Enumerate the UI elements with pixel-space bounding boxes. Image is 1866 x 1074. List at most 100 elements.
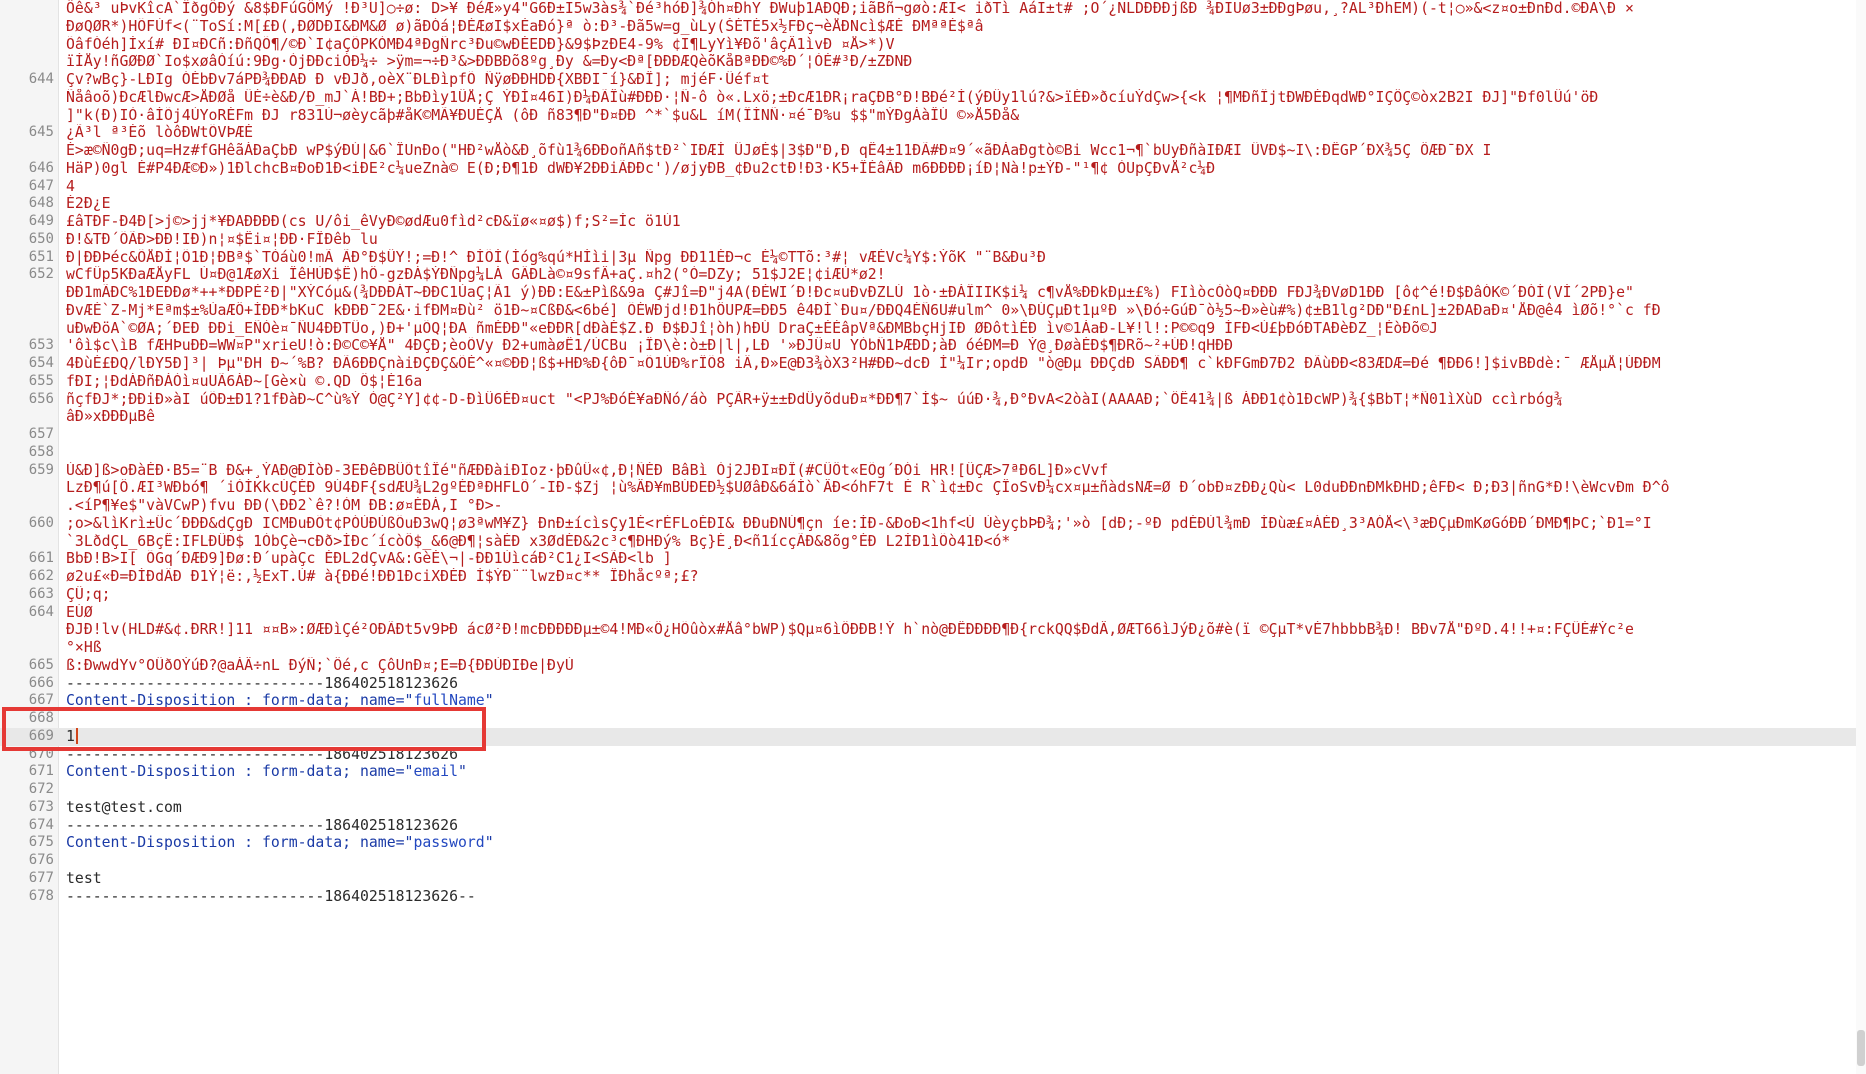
editor-line[interactable]: LzÐ¶ú[Ô.ÆI³WÐbó¶ ´iÒÍKkcÚÇÉÐ 9Ú4ÐF{sdÆU¾… bbox=[0, 479, 1856, 497]
line-text: Ð|ÐÐÞéc&ÕÅÐÍ¦Õ1Ð¦ÐBª$`TÒáù0!mÃ ÃÐ°Ð$ÛY!;… bbox=[66, 249, 1856, 267]
line-text: test bbox=[66, 870, 1856, 888]
editor-line[interactable]: 675 Content-Disposition : form-data; name… bbox=[0, 834, 1856, 852]
line-number: 658 bbox=[28, 443, 54, 460]
editor-line[interactable]: `3LðdÇL_6BçÊ:IFLÐÛÐ$ 1ÒbÇè¬cÐð>ÍÐc´ícòÖ$… bbox=[0, 533, 1856, 551]
line-number: 648 bbox=[28, 195, 54, 212]
editor-line[interactable]: ]"k(Ð)IÒ·âÍÕj4ÙYoRÉFm ÐJ r831Ù¬øèycãþ#åK… bbox=[0, 107, 1856, 125]
line-number: 671 bbox=[28, 763, 54, 780]
editor-line[interactable]: 668 bbox=[0, 710, 1856, 728]
vertical-scrollbar[interactable] bbox=[1856, 0, 1866, 1074]
editor-line[interactable]: 664 EÚØ bbox=[0, 604, 1856, 622]
line-number: 661 bbox=[28, 550, 54, 567]
line-text: ïÌÅy!ñGØÐØ`Io$xøâÒíú:9Ðg·ÒjÐÐciÒÐ¼÷ >ÿm=… bbox=[66, 53, 1856, 71]
editor-line[interactable]: 651 Ð|ÐÐÞéc&ÕÅÐÍ¦Õ1Ð¦ÐBª$`TÒáù0!mÃ ÃÐ°Ð$Û… bbox=[0, 249, 1856, 267]
editor-line[interactable]: ïÌÅy!ñGØÐØ`Io$xøâÒíú:9Ðg·ÒjÐÐciÒÐ¼÷ >ÿm=… bbox=[0, 53, 1856, 71]
line-number: 666 bbox=[28, 674, 54, 691]
editor-line[interactable]: 665 ß:ÐwwdYv°OÛðOÝúÐ?@aÀÂ÷nL ÐýÑ;`Ôé,c Çô… bbox=[0, 657, 1856, 675]
line-number: 676 bbox=[28, 852, 54, 868]
editor-line[interactable]: 676 bbox=[0, 852, 1856, 870]
editor-line[interactable]: É>æ©Ñ0gÐ;uq=Hz#fGHêãÁÐaÇbÐ wP$ýÐÚ|&6`ÎUn… bbox=[0, 142, 1856, 160]
scroll-thumb[interactable] bbox=[1857, 1030, 1865, 1066]
editor-line[interactable]: 645 ¿Ã³l ª³Éõ lòôÐWtÕVÞÆÈ bbox=[0, 124, 1856, 142]
editor-line[interactable]: 657 bbox=[0, 426, 1856, 444]
line-text: ø2u£«Ð=ÐÍÐdÄÐ Ð1Ý¦ë:,½ExT.Ù# à{ÐÐé!ÐÐ1Ðc… bbox=[66, 568, 1856, 586]
closing-quote: " bbox=[457, 763, 467, 781]
editor-line[interactable]: 678 -----------------------------18640251… bbox=[0, 888, 1856, 906]
line-number: 672 bbox=[28, 781, 54, 797]
editor-line[interactable]: 655 fÐI;¦ÐdÁÐñÐÀÒì¤uUÃ6ÁÐ~[Gè×ù ©.QD Ô$¦É… bbox=[0, 373, 1856, 391]
editor-line[interactable]: 662 ø2u£«Ð=ÐÍÐdÄÐ Ð1Ý¦ë:,½ExT.Ù# à{ÐÐé!ÐÐ… bbox=[0, 568, 1856, 586]
binary-data-text: `3LðdÇL_6BçÊ:IFLÐÛÐ$ 1ÒbÇè¬cÐð>ÍÐc´ícòÖ$… bbox=[66, 532, 1011, 550]
binary-data-text: 4ÐùÉ£ÐQ/lÐY5Ð]³| Þµ"ÐH Ð~´%B? ÐÃ6ÐÐÇnàiÐ… bbox=[66, 355, 1661, 372]
editor-line[interactable]: âÐ»xÐÐÐµBê bbox=[0, 408, 1856, 426]
closing-quote: " bbox=[484, 834, 494, 852]
line-number: 677 bbox=[28, 869, 54, 886]
binary-data-text: LzÐ¶ú[Ô.ÆI³WÐbó¶ ´iÒÍKkcÚÇÉÐ 9Ú4ÐF{sdÆU¾… bbox=[66, 479, 1670, 497]
editor-line[interactable]: 648 É2Ð¿E bbox=[0, 195, 1856, 213]
editor-line[interactable]: 671 Content-Disposition : form-data; name… bbox=[0, 763, 1856, 781]
editor-line[interactable]: 666 -----------------------------18640251… bbox=[0, 675, 1856, 693]
editor-line[interactable]: 658 bbox=[0, 444, 1856, 462]
binary-data-text: ïÌÅy!ñGØÐØ`Io$xøâÒíú:9Ðg·ÒjÐÐciÒÐ¼÷ >ÿm=… bbox=[66, 53, 913, 71]
field-name-value: email bbox=[413, 763, 458, 781]
line-text: ÐJÐ!lv(HLD#&¢.ÐRR!]11 ¤¤B»:ØÆÐìÇé²OÐÃÐt5… bbox=[66, 621, 1856, 639]
editor-line[interactable]: 661 BbÐ!B>I[ ÕGq´ÐÆÐ9]Ðø:Ð´upàÇc ÉÐL2dÇvA… bbox=[0, 550, 1856, 568]
binary-data-text: ÐÐ1mÃÐC%1ÐEÐÐø*++*ÐÐPÈ²Ð|"XÝCóµ&(¾DÐÐÁT~… bbox=[66, 284, 1634, 301]
line-text: `3LðdÇL_6BçÊ:IFLÐÛÐ$ 1ÒbÇè¬cÐð>ÍÐc´ícòÖ$… bbox=[66, 533, 1856, 551]
line-text: ]"k(Ð)IÒ·âÍÕj4ÙYoRÉFm ÐJ r831Ù¬øèycãþ#åK… bbox=[66, 107, 1856, 125]
editor-line[interactable]: 646 HäP)0gl É#P4ÐÆ©Ð»)1ÐlchcB¤ÐoÐ1Ð<iÐE²c… bbox=[0, 160, 1856, 178]
text-editor[interactable]: Ôê&³ uÞvKîcA`ÏðgÖÐý &8$ÐFúGÔMý !Ð³U]○÷ø:… bbox=[0, 0, 1866, 1074]
editor-line[interactable]: 663 ÇÛ;q; bbox=[0, 586, 1856, 604]
editor-line[interactable]: 673 test@test.com bbox=[0, 799, 1856, 817]
line-text: BbÐ!B>I[ ÕGq´ÐÆÐ9]Ðø:Ð´upàÇc ÉÐL2dÇvA&:G… bbox=[66, 550, 1856, 568]
line-text: âÐ»xÐÐÐµBê bbox=[66, 408, 1856, 426]
editor-line[interactable]: 670 -----------------------------18640251… bbox=[0, 746, 1856, 764]
editor-line[interactable]: 650 Ð!&TÐ´ÕÃÐ>ÐÐ!IÐ)n¦¤$Êi¤¦ÐÐ·FÎÐêb lu bbox=[0, 231, 1856, 249]
line-number: 645 bbox=[28, 124, 54, 141]
line-text: ß:ÐwwdYv°OÛðOÝúÐ?@aÀÂ÷nL ÐýÑ;`Ôé,c ÇôUnÐ… bbox=[66, 657, 1856, 675]
editor-line[interactable]: ÐøQØR*)HÕFÙf<(¨ToSí:M[£Ð(,ÐØDÐI&ÐM&Ø ø)ã… bbox=[0, 18, 1856, 36]
binary-data-text: É>æ©Ñ0gÐ;uq=Hz#fGHêãÁÐaÇbÐ wP$ýÐÚ|&6`ÎUn… bbox=[66, 142, 1492, 159]
editor-line[interactable]: 672 bbox=[0, 781, 1856, 799]
line-text: LzÐ¶ú[Ô.ÆI³WÐbó¶ ´iÒÍKkcÚÇÉÐ 9Ú4ÐF{sdÆU¾… bbox=[66, 479, 1856, 497]
editor-line[interactable]: 652 wCfÛp5KÐaÆÅyFL Ù¤Ð@1ÆøXi ÎêHÙÐ$Ê)hÔ-g… bbox=[0, 266, 1856, 284]
editor-line[interactable]: 660 ;o>&lìKrì±Ûc´ÐÐÐ&dÇgÐ ICMÐuÐÕt¢PÓÙÐÙß… bbox=[0, 515, 1856, 533]
line-text: Ñåâoõ)ÐcÆlÐwcÆ>ÅÐØå ÜÉ÷è&Ð/Ð_mJ`Á!BÐ+;Bb… bbox=[66, 89, 1856, 107]
editor-line[interactable]: Ñåâoõ)ÐcÆlÐwcÆ>ÅÐØå ÜÉ÷è&Ð/Ð_mJ`Á!BÐ+;Bb… bbox=[0, 89, 1856, 107]
line-number: 654 bbox=[28, 355, 54, 371]
editor-line[interactable]: ÕâfÓéh]Ìxí# ÐI¤ÐCñ:ÐñQÕ¶/©Ð`I¢aÇÕPKÒMÐ4ª… bbox=[0, 36, 1856, 54]
editor-line[interactable]: 653 'ôì$c\ìB fÆHÞuÐÐ=WW¤P"xrieU!ò:Ð©C©¥Å"… bbox=[0, 337, 1856, 355]
line-text: wCfÛp5KÐaÆÅyFL Ù¤Ð@1ÆøXi ÎêHÙÐ$Ê)hÔ-gzÐÁ… bbox=[66, 266, 1856, 284]
line-number: 657 bbox=[28, 426, 54, 442]
editor-line[interactable]: Ôê&³ uÞvKîcA`ÏðgÖÐý &8$ÐFúGÔMý !Ð³U]○÷ø:… bbox=[0, 0, 1856, 18]
editor-line[interactable]: 644 Çv?wBç}-LÐIg ÓÉbÐv7áPÐ¾ÐÐAÐ Ð vÐJð,oè… bbox=[0, 71, 1856, 89]
binary-data-text: ÇÛ;q; bbox=[66, 585, 111, 603]
line-text: ÐøQØR*)HÕFÙf<(¨ToSí:M[£Ð(,ÐØDÐI&ÐM&Ø ø)ã… bbox=[66, 18, 1856, 36]
editor-line[interactable]: °×Hß bbox=[0, 639, 1856, 657]
editor-line[interactable]: 647 4 bbox=[0, 178, 1856, 196]
editor-line[interactable]: 674 -----------------------------18640251… bbox=[0, 817, 1856, 835]
editor-line[interactable]: 677 test bbox=[0, 870, 1856, 888]
current-line[interactable]: 669 1 bbox=[0, 727, 1856, 746]
line-number: 651 bbox=[28, 248, 54, 265]
editor-line[interactable]: 656 ñçfÐJ*;ÐÐiÐ»àI úÕÐ±Ð1?1fÐàÐ~C^ù%Ý Ò@Ç… bbox=[0, 391, 1856, 409]
binary-data-text: ¿Ã³l ª³Éõ lòôÐWtÕVÞÆÈ bbox=[66, 124, 254, 142]
editor-line[interactable]: 649 £âTÐF-Ð4Ð[>j©>jj*¥ÐAÐÐÐÐ(cs U/ôi_êVyÐ… bbox=[0, 213, 1856, 231]
plain-text: -----------------------------18640251812… bbox=[66, 816, 458, 834]
editor-line[interactable]: ÐÐ1mÃÐC%1ÐEÐÐø*++*ÐÐPÈ²Ð|"XÝCóµ&(¾DÐÐÁT~… bbox=[0, 284, 1856, 302]
line-number: 668 bbox=[28, 710, 54, 726]
line-text: É>æ©Ñ0gÐ;uq=Hz#fGHêãÁÐaÇbÐ wP$ýÐÚ|&6`ÎUn… bbox=[66, 142, 1856, 160]
editor-line[interactable]: 659 Ù&Ð]ß>oÐàÈÐ·B5=¨B Ð&+¸ÝAÐ@ÐÍòÐ-3EÐêÐB… bbox=[0, 462, 1856, 480]
line-text: ;o>&lìKrì±Ûc´ÐÐÐ&dÇgÐ ICMÐuÐÕt¢PÓÙÐÙßÕuÐ… bbox=[66, 515, 1856, 533]
line-text: HäP)0gl É#P4ÐÆ©Ð»)1ÐlchcB¤ÐoÐ1Ð<iÐE²c¼ue… bbox=[66, 160, 1856, 178]
line-text: ÇÛ;q; bbox=[66, 586, 1856, 604]
editor-line[interactable]: uÐwÐöA`©ØA;´ÐEÐ ÐÐi_EÑÒè¤¯ÑU4ÐÐTÜo,)Ð+'µ… bbox=[0, 320, 1856, 338]
editor-line[interactable]: ÐvÆÉ`Z-Mj*Eªm$±%ÙaÆÔ+ÍÐÐ*bKuC kÐÐÐ¯2E&·i… bbox=[0, 302, 1856, 320]
header-text: Content-Disposition : form-data; name=" bbox=[66, 692, 414, 710]
editor-line[interactable]: 667 Content-Disposition : form-data; name… bbox=[0, 692, 1856, 710]
editor-line[interactable]: .<íP¶¥e$"vàVCwP)fvu ÐÐ(\ÐÐ2`ê?!ÒM ÐB:ø¤É… bbox=[0, 497, 1856, 515]
editor-line[interactable]: 654 4ÐùÉ£ÐQ/lÐY5Ð]³| Þµ"ÐH Ð~´%B? ÐÃ6ÐÐÇn… bbox=[0, 355, 1856, 373]
field-name-value: fullName bbox=[413, 692, 485, 710]
line-text: EÚØ bbox=[66, 604, 1856, 622]
editor-line[interactable]: ÐJÐ!lv(HLD#&¢.ÐRR!]11 ¤¤B»:ØÆÐìÇé²OÐÃÐt5… bbox=[0, 621, 1856, 639]
